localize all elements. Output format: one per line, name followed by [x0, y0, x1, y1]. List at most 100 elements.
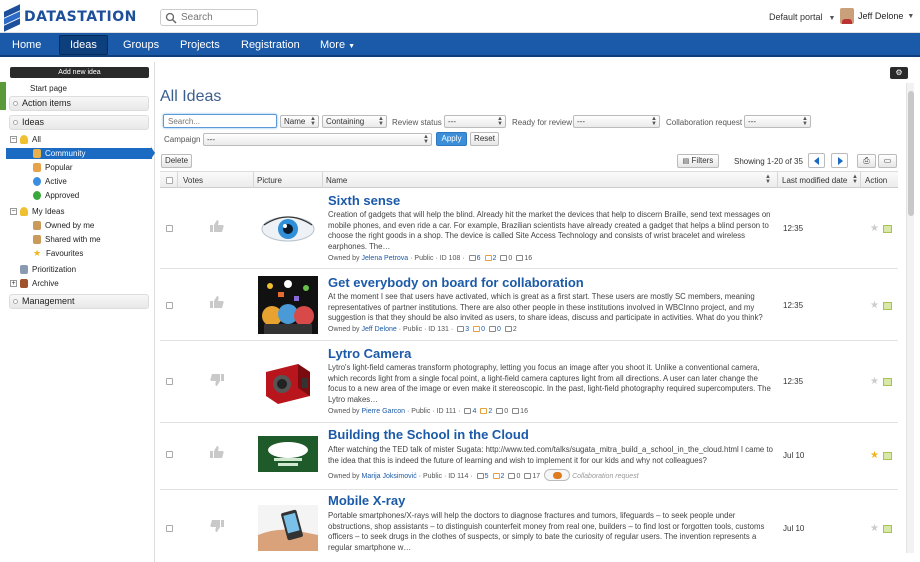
notes-icon[interactable]: [883, 452, 892, 460]
notes-icon[interactable]: [883, 225, 892, 233]
select-all-checkbox[interactable]: [166, 177, 173, 184]
nav-registration[interactable]: Registration: [241, 33, 300, 57]
tree-item-prioritization[interactable]: Prioritization: [20, 265, 76, 274]
comments-count[interactable]: 4: [472, 408, 476, 415]
nav-projects[interactable]: Projects: [180, 33, 220, 57]
idea-picture-school-cloud[interactable]: [258, 436, 318, 472]
notes-icon[interactable]: [883, 378, 892, 386]
add-new-idea-button[interactable]: Add new idea: [10, 67, 149, 78]
containing-select[interactable]: Containing ▲ ▼: [322, 115, 387, 128]
user-menu[interactable]: Jeff Delone ▼: [840, 8, 914, 24]
comments-count[interactable]: 6: [477, 255, 481, 262]
nav-home[interactable]: Home: [12, 33, 41, 57]
tree-item-shared-with-me[interactable]: Shared with me: [33, 235, 101, 244]
page-scrollbar[interactable]: [906, 83, 914, 553]
attachments-count[interactable]: 2: [488, 408, 492, 415]
idea-search-input[interactable]: [163, 114, 277, 128]
next-page-icon[interactable]: [831, 153, 848, 168]
table-row[interactable]: Mobile X-ray Portable smartphones/X-rays…: [160, 491, 898, 557]
notes-icon[interactable]: [883, 302, 892, 310]
sidebar-section-ideas[interactable]: Ideas: [9, 115, 149, 130]
table-row[interactable]: Get everybody on board for collaboration…: [160, 270, 898, 341]
tree-item-owned-by-me[interactable]: Owned by me: [33, 221, 94, 230]
sidebar-section-management[interactable]: Management: [9, 294, 149, 309]
owner-link[interactable]: Marija Joksimović: [361, 473, 416, 480]
links-count[interactable]: 0: [497, 326, 501, 333]
sidebar-item-start-page[interactable]: Start page: [30, 84, 67, 93]
idea-picture-phone[interactable]: [258, 505, 318, 551]
attachments-count[interactable]: 0: [481, 326, 485, 333]
reset-button[interactable]: Reset: [470, 132, 499, 146]
tree-item-archive[interactable]: + Archive: [10, 279, 59, 288]
global-search[interactable]: [160, 9, 258, 26]
idea-title[interactable]: Building the School in the Cloud: [328, 427, 529, 442]
ready-for-review-select[interactable]: --- ▲ ▼: [573, 115, 660, 128]
row-checkbox[interactable]: [166, 525, 173, 532]
row-checkbox[interactable]: [166, 378, 173, 385]
collapse-sidebar-handle[interactable]: [0, 82, 6, 110]
nav-groups[interactable]: Groups: [123, 33, 159, 57]
name-field-select[interactable]: Name ▲ ▼: [280, 115, 319, 128]
thumbs-up-icon[interactable]: [210, 220, 224, 232]
column-picture[interactable]: Picture: [257, 176, 282, 185]
favourite-star-icon[interactable]: ★: [870, 450, 879, 461]
nav-ideas[interactable]: Ideas: [59, 35, 108, 55]
column-votes[interactable]: Votes: [183, 176, 203, 185]
collapse-icon[interactable]: −: [10, 208, 17, 215]
tree-item-my-ideas[interactable]: − My Ideas: [10, 207, 64, 216]
attachments-count[interactable]: 2: [493, 255, 497, 262]
sort-arrows-icon[interactable]: ▲ ▼: [852, 174, 858, 185]
row-checkbox[interactable]: [166, 451, 173, 458]
nav-more[interactable]: More ▼: [320, 33, 355, 57]
thumbs-up-icon[interactable]: [210, 446, 224, 458]
comments-count[interactable]: 3: [465, 326, 469, 333]
owner-link[interactable]: Pierre Garcon: [361, 408, 405, 415]
idea-title[interactable]: Get everybody on board for collaboration: [328, 275, 584, 290]
owner-link[interactable]: Jeff Delone: [361, 326, 396, 333]
row-checkbox[interactable]: [166, 302, 173, 309]
owner-link[interactable]: Jelena Petrova: [361, 255, 408, 262]
tree-item-popular[interactable]: Popular: [33, 163, 73, 172]
idea-title[interactable]: Sixth sense: [328, 193, 400, 208]
table-row[interactable]: Sixth sense Creation of gadgets that wil…: [160, 189, 898, 269]
scrollbar-thumb[interactable]: [908, 91, 914, 216]
favourite-star-icon[interactable]: ★: [870, 523, 879, 534]
delete-button[interactable]: Delete: [161, 154, 192, 168]
table-row[interactable]: Building the School in the Cloud After w…: [160, 424, 898, 490]
portal-selector[interactable]: Default portal ▼: [769, 12, 835, 22]
global-search-input[interactable]: [181, 12, 251, 23]
tree-item-favourites[interactable]: ★ Favourites: [33, 249, 83, 259]
attachments-count[interactable]: 2: [501, 473, 505, 480]
layout-toggle-icon[interactable]: ▭: [878, 154, 897, 168]
tree-item-all[interactable]: − All: [10, 135, 41, 144]
idea-title[interactable]: Mobile X-ray: [328, 493, 405, 508]
collaboration-request-select[interactable]: --- ▲ ▼: [744, 115, 811, 128]
idea-picture-eye[interactable]: [258, 199, 318, 257]
filters-button[interactable]: ▤ Filters: [677, 154, 719, 168]
review-status-select[interactable]: --- ▲ ▼: [444, 115, 506, 128]
collaboration-request-icon[interactable]: [544, 469, 571, 481]
print-icon[interactable]: ⎙: [857, 154, 876, 168]
idea-picture-heads[interactable]: [258, 276, 318, 334]
thumbs-up-icon[interactable]: [210, 296, 224, 308]
favourite-star-icon[interactable]: ★: [870, 376, 879, 387]
apply-button[interactable]: Apply: [436, 132, 467, 146]
comments-count[interactable]: 5: [485, 473, 489, 480]
thumbs-down-icon[interactable]: [210, 520, 224, 532]
column-name[interactable]: Name: [326, 176, 347, 185]
sidebar-section-action-items[interactable]: Action items: [9, 96, 149, 111]
table-row[interactable]: Lytro Camera Lytro's light-field cameras…: [160, 342, 898, 423]
tree-item-active[interactable]: Active: [33, 177, 67, 186]
collapse-icon[interactable]: −: [10, 136, 17, 143]
idea-title[interactable]: Lytro Camera: [328, 346, 411, 361]
expand-icon[interactable]: +: [10, 280, 17, 287]
previous-page-icon[interactable]: [808, 153, 825, 168]
thumbs-down-icon[interactable]: [210, 374, 224, 386]
idea-picture-camera[interactable]: [258, 352, 318, 410]
settings-gear-icon[interactable]: ⚙: [890, 67, 908, 79]
sort-arrows-icon[interactable]: ▲ ▼: [765, 174, 771, 185]
favourite-star-icon[interactable]: ★: [870, 300, 879, 311]
column-last-modified[interactable]: Last modified date: [782, 176, 847, 185]
tree-item-community[interactable]: Community: [6, 148, 152, 159]
notes-icon[interactable]: [883, 525, 892, 533]
